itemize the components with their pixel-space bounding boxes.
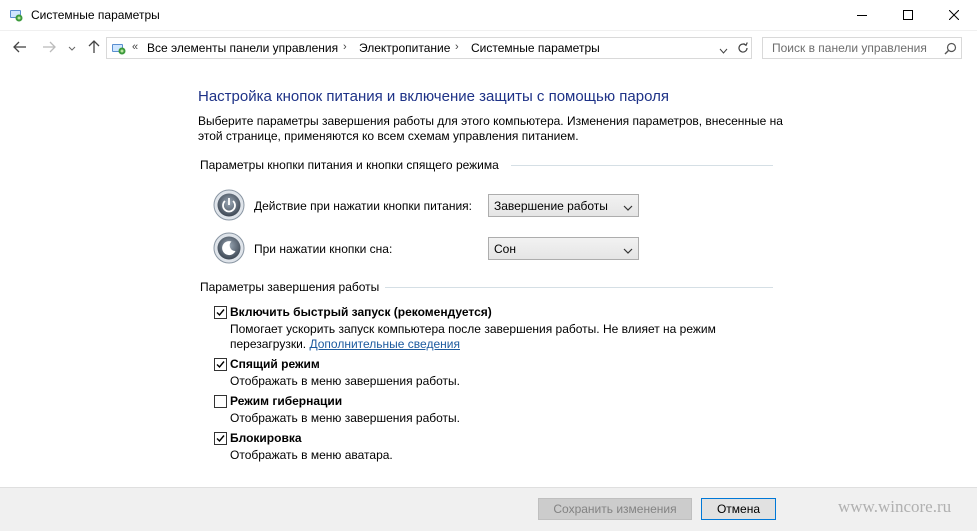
search-placeholder: Поиск в панели управления [772, 41, 927, 55]
minimize-button[interactable] [839, 0, 885, 31]
group-divider [385, 287, 773, 288]
group-divider [511, 165, 773, 166]
breadcrumb-separator-icon[interactable]: › [343, 41, 347, 53]
hibernate-checkbox[interactable] [214, 395, 227, 408]
intro-text: Выберите параметры завершения работы для… [198, 114, 783, 143]
sleep-option-label[interactable]: Спящий режим [230, 357, 320, 371]
breadcrumb-power-options[interactable]: Электропитание [359, 41, 450, 55]
hibernate-option-label[interactable]: Режим гибернации [230, 394, 342, 408]
address-bar[interactable]: « Все элементы панели управления › Элект… [106, 37, 752, 59]
title-bar: Системные параметры [0, 0, 977, 31]
sleep-button-icon [213, 232, 245, 264]
chevron-down-icon [68, 41, 76, 55]
breadcrumb-separator-icon[interactable]: › [455, 41, 459, 53]
cancel-button[interactable]: Отмена [701, 498, 776, 520]
close-icon [948, 9, 960, 23]
checkmark-icon [216, 309, 225, 317]
arrow-left-icon [13, 41, 27, 56]
search-icon[interactable] [944, 42, 957, 58]
fast-startup-description-tail: перезагрузки. [230, 337, 307, 351]
lock-option-label[interactable]: Блокировка [230, 431, 302, 445]
control-panel-icon [110, 40, 127, 57]
breadcrumb-all-items[interactable]: Все элементы панели управления [147, 41, 338, 55]
breadcrumb-system-settings[interactable]: Системные параметры [471, 41, 600, 55]
lock-option-description: Отображать в меню аватара. [230, 448, 393, 462]
hibernate-option-description: Отображать в меню завершения работы. [230, 411, 461, 425]
maximize-button[interactable] [885, 0, 931, 31]
fast-startup-checkbox[interactable] [214, 306, 227, 319]
fast-startup-description-cont: перезагрузки. Дополнительные сведения [230, 336, 460, 352]
save-changes-button[interactable]: Сохранить изменения [538, 498, 692, 520]
search-input[interactable]: Поиск в панели управления [762, 37, 962, 59]
chevron-down-icon [623, 244, 633, 258]
maximize-icon [903, 9, 913, 23]
lock-checkbox[interactable] [214, 432, 227, 445]
forward-button[interactable] [41, 40, 57, 56]
back-button[interactable] [12, 40, 28, 56]
window-title: Системные параметры [31, 8, 160, 22]
sleep-option-description: Отображать в меню завершения работы. [230, 374, 461, 388]
overflow-chevron[interactable]: « [132, 41, 138, 53]
checkmark-icon [216, 435, 225, 443]
fast-startup-label[interactable]: Включить быстрый запуск (рекомендуется) [230, 305, 492, 319]
arrow-up-icon [88, 39, 100, 57]
buttons-group-heading: Параметры кнопки питания и кнопки спящег… [200, 158, 499, 172]
sleep-button-label: При нажатии кнопки сна: [254, 242, 393, 256]
up-button[interactable] [86, 39, 102, 57]
power-button-icon [213, 189, 245, 221]
watermark: www.wincore.ru [838, 497, 952, 516]
fast-startup-description: Помогает ускорить запуск компьютера посл… [230, 322, 716, 336]
address-dropdown-icon[interactable] [719, 43, 728, 57]
checkmark-icon [216, 361, 225, 369]
power-button-action-value: Завершение работы [494, 199, 608, 213]
shutdown-group-heading: Параметры завершения работы [200, 280, 380, 294]
footer-bar [0, 487, 977, 531]
recent-locations-button[interactable] [67, 40, 77, 56]
arrow-right-icon [42, 41, 56, 56]
page-title: Настройка кнопок питания и включение защ… [198, 88, 669, 105]
chevron-down-icon [623, 201, 633, 215]
power-button-label: Действие при нажатии кнопки питания: [254, 199, 473, 213]
more-info-link[interactable]: Дополнительные сведения [309, 337, 459, 351]
sleep-checkbox[interactable] [214, 358, 227, 371]
minimize-icon [857, 9, 867, 23]
refresh-icon[interactable] [735, 40, 751, 56]
close-button[interactable] [931, 0, 977, 31]
sleep-button-action-select[interactable]: Сон [488, 237, 639, 260]
power-button-action-select[interactable]: Завершение работы [488, 194, 639, 217]
control-panel-icon [8, 7, 24, 23]
sleep-button-action-value: Сон [494, 242, 516, 256]
